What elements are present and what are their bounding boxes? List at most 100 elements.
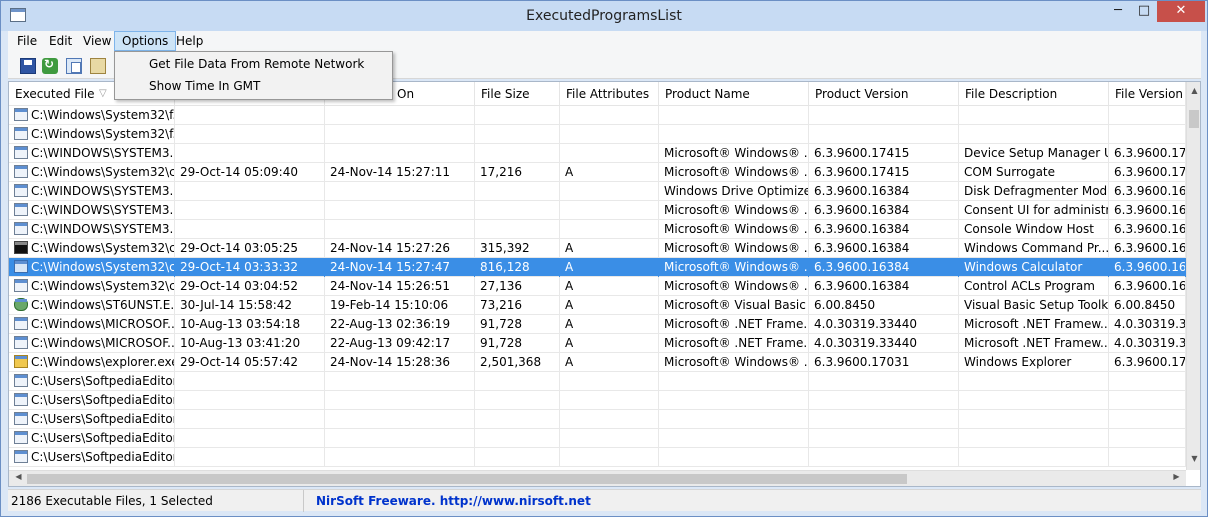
- refresh-icon[interactable]: [42, 57, 58, 74]
- table-cell: C:\Windows\ST6UNST.E...: [9, 296, 175, 315]
- table-row[interactable]: C:\WINDOWS\SYSTEM3... Microsoft® Windows®…: [9, 201, 1186, 220]
- title-bar[interactable]: ExecutedProgramsList ─ □ ✕: [1, 1, 1207, 31]
- table-row[interactable]: C:\Windows\System32\c... 29-Oct-14 03:33:…: [9, 258, 1186, 277]
- table-cell: [809, 125, 959, 144]
- programs-list[interactable]: Executed File ▽ On File Size File Attrib…: [8, 81, 1201, 487]
- properties-icon[interactable]: [90, 58, 106, 74]
- horizontal-scroll-thumb[interactable]: [27, 474, 907, 484]
- table-cell: Visual Basic Setup Toolk...: [959, 296, 1109, 315]
- scroll-down-icon[interactable]: ▼: [1187, 454, 1200, 463]
- table-cell: 6.3.9600.17415: [809, 163, 959, 182]
- table-cell: 24-Nov-14 15:27:26: [325, 239, 475, 258]
- table-row[interactable]: C:\WINDOWS\SYSTEM3... Windows Drive Optim…: [9, 182, 1186, 201]
- table-row[interactable]: C:\Users\SoftpediaEditor...: [9, 372, 1186, 391]
- column-file-version[interactable]: File Version: [1109, 82, 1186, 106]
- table-cell: [659, 391, 809, 410]
- column-file-description[interactable]: File Description: [959, 82, 1109, 106]
- menu-item-show-time-gmt[interactable]: Show Time In GMT: [117, 76, 391, 97]
- table-cell: 24-Nov-14 15:28:36: [325, 353, 475, 372]
- table-cell: C:\WINDOWS\SYSTEM3...: [9, 144, 175, 163]
- table-row[interactable]: C:\Windows\System32\c... 29-Oct-14 05:09:…: [9, 163, 1186, 182]
- table-row[interactable]: C:\Windows\System32\c... 29-Oct-14 03:04:…: [9, 277, 1186, 296]
- table-cell: 22-Aug-13 09:42:17: [325, 334, 475, 353]
- table-row[interactable]: C:\Users\SoftpediaEditor...: [9, 429, 1186, 448]
- table-cell: [1109, 372, 1186, 391]
- table-cell: [175, 201, 325, 220]
- table-cell: [659, 106, 809, 125]
- app-file-icon: [14, 450, 28, 463]
- menu-view[interactable]: View: [76, 31, 118, 51]
- maximize-button[interactable]: □: [1131, 1, 1157, 22]
- table-cell: A: [560, 296, 659, 315]
- scroll-left-icon[interactable]: ◀: [11, 472, 26, 481]
- nirsoft-link[interactable]: NirSoft Freeware. http://www.nirsoft.net: [316, 490, 591, 512]
- calc-file-icon: [14, 260, 28, 273]
- vertical-scroll-thumb[interactable]: [1189, 110, 1199, 128]
- menu-item-get-remote-file-data[interactable]: Get File Data From Remote Network: [117, 54, 391, 75]
- table-cell: Microsoft .NET Framew...: [959, 315, 1109, 334]
- executed-file-path: C:\Windows\System32\c...: [31, 260, 175, 274]
- table-cell: [175, 429, 325, 448]
- table-cell: 24-Nov-14 15:26:51: [325, 277, 475, 296]
- table-row[interactable]: C:\Windows\System32\c... 29-Oct-14 03:05:…: [9, 239, 1186, 258]
- app-file-icon: [14, 393, 28, 406]
- table-cell: C:\WINDOWS\SYSTEM3...: [9, 182, 175, 201]
- table-cell: [560, 182, 659, 201]
- table-cell: [175, 182, 325, 201]
- table-cell: Microsoft® Windows® ...: [659, 201, 809, 220]
- copy-icon[interactable]: [66, 58, 82, 74]
- close-button[interactable]: ✕: [1157, 1, 1205, 22]
- menu-options[interactable]: Options: [114, 31, 177, 51]
- table-cell: 6.3.9600.1638: [1109, 239, 1186, 258]
- table-row[interactable]: C:\WINDOWS\SYSTEM3... Microsoft® Windows®…: [9, 144, 1186, 163]
- table-cell: COM Surrogate: [959, 163, 1109, 182]
- table-row[interactable]: C:\Windows\ST6UNST.E... 30-Jul-14 15:58:4…: [9, 296, 1186, 315]
- table-cell: Microsoft® Windows® ...: [659, 163, 809, 182]
- menu-help[interactable]: Help: [169, 31, 210, 51]
- table-cell: A: [560, 334, 659, 353]
- table-row[interactable]: C:\Users\SoftpediaEditor...: [9, 410, 1186, 429]
- table-row[interactable]: C:\Users\SoftpediaEditor...: [9, 391, 1186, 410]
- table-cell: 19-Feb-14 15:10:06: [325, 296, 475, 315]
- table-cell: Control ACLs Program: [959, 277, 1109, 296]
- table-cell: [560, 391, 659, 410]
- minimize-button[interactable]: ─: [1105, 1, 1131, 22]
- table-cell: [325, 125, 475, 144]
- table-row[interactable]: C:\Windows\MICROSOF... 10-Aug-13 03:54:18…: [9, 315, 1186, 334]
- table-cell: 29-Oct-14 03:05:25: [175, 239, 325, 258]
- table-cell: [659, 125, 809, 144]
- table-cell: Windows Calculator: [959, 258, 1109, 277]
- scroll-up-icon[interactable]: ▲: [1187, 86, 1200, 95]
- table-row[interactable]: C:\Windows\System32\f...: [9, 106, 1186, 125]
- table-cell: [475, 182, 560, 201]
- table-cell: A: [560, 163, 659, 182]
- column-product-version[interactable]: Product Version: [809, 82, 959, 106]
- table-cell: C:\Windows\explorer.exe: [9, 353, 175, 372]
- table-cell: Microsoft® .NET Frame...: [659, 315, 809, 334]
- save-icon[interactable]: [20, 58, 36, 74]
- table-row[interactable]: C:\Users\SoftpediaEditor...: [9, 448, 1186, 467]
- menu-edit[interactable]: Edit: [42, 31, 79, 51]
- table-cell: 24-Nov-14 15:27:11: [325, 163, 475, 182]
- executed-file-path: C:\Users\SoftpediaEditor...: [31, 412, 175, 426]
- table-cell: [325, 182, 475, 201]
- table-cell: C:\Users\SoftpediaEditor...: [9, 410, 175, 429]
- table-row[interactable]: C:\Windows\System32\f...: [9, 125, 1186, 144]
- table-cell: [560, 429, 659, 448]
- table-cell: [175, 144, 325, 163]
- table-cell: A: [560, 258, 659, 277]
- column-file-size[interactable]: File Size: [475, 82, 560, 106]
- table-row[interactable]: C:\Windows\MICROSOF... 10-Aug-13 03:41:20…: [9, 334, 1186, 353]
- table-cell: 29-Oct-14 05:57:42: [175, 353, 325, 372]
- column-product-name[interactable]: Product Name: [659, 82, 809, 106]
- table-cell: [659, 429, 809, 448]
- column-file-attributes[interactable]: File Attributes: [560, 82, 659, 106]
- table-row[interactable]: C:\WINDOWS\SYSTEM3... Microsoft® Windows®…: [9, 220, 1186, 239]
- horizontal-scrollbar[interactable]: ◀ ▶: [9, 470, 1186, 486]
- menu-file[interactable]: File: [10, 31, 44, 51]
- app-file-icon: [14, 108, 28, 121]
- table-row[interactable]: C:\Windows\explorer.exe 29-Oct-14 05:57:4…: [9, 353, 1186, 372]
- scroll-right-icon[interactable]: ▶: [1169, 472, 1184, 481]
- vertical-scrollbar[interactable]: ▲ ▼: [1186, 82, 1200, 470]
- explorer-file-icon: [14, 355, 28, 368]
